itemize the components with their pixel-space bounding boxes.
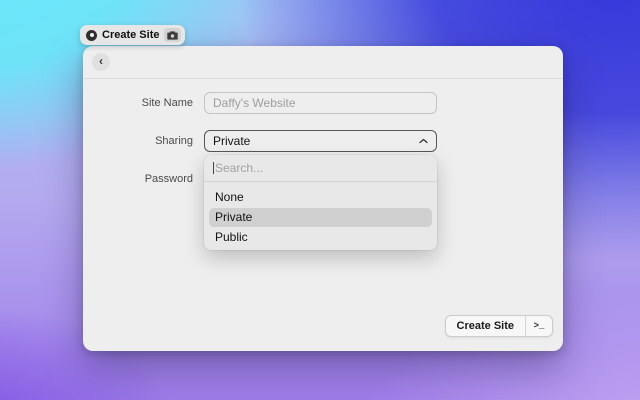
site-name-input[interactable] bbox=[204, 92, 437, 114]
dropdown-option-none[interactable]: None bbox=[209, 188, 432, 207]
create-site-split-button: Create Site >_ bbox=[444, 315, 553, 337]
back-button[interactable]: ‹ bbox=[92, 53, 110, 71]
sharing-select-value: Private bbox=[213, 134, 251, 148]
text-caret bbox=[213, 162, 214, 174]
sharing-select[interactable]: Private bbox=[204, 130, 437, 152]
app-icon bbox=[86, 29, 97, 41]
dropdown-search-placeholder: Search... bbox=[215, 161, 264, 175]
create-site-button[interactable]: Create Site bbox=[446, 316, 525, 336]
site-name-label: Site Name bbox=[141, 97, 193, 109]
create-site-window: ‹ Site Name Sharing Private Password Sea… bbox=[83, 46, 563, 351]
dropdown-search-input[interactable]: Search... bbox=[204, 155, 437, 182]
chevron-left-icon: ‹ bbox=[99, 54, 103, 68]
window-header: ‹ bbox=[83, 46, 563, 79]
shortcut-segment[interactable]: >_ bbox=[525, 316, 552, 336]
dropdown-options: None Private Public bbox=[204, 182, 437, 250]
sharing-dropdown-panel: Search... None Private Public bbox=[204, 155, 437, 250]
sharing-label: Sharing bbox=[155, 135, 193, 147]
terminal-prompt-icon: >_ bbox=[533, 321, 545, 331]
dropdown-option-public[interactable]: Public bbox=[209, 228, 432, 247]
password-label: Password bbox=[144, 173, 193, 185]
dropdown-option-private[interactable]: Private bbox=[209, 208, 432, 227]
window-capture-tab[interactable]: Create Site bbox=[80, 25, 186, 45]
camera-button[interactable] bbox=[164, 28, 182, 42]
camera-icon bbox=[167, 30, 179, 40]
capture-tab-title: Create Site bbox=[102, 29, 160, 41]
chevron-up-icon bbox=[419, 138, 428, 144]
